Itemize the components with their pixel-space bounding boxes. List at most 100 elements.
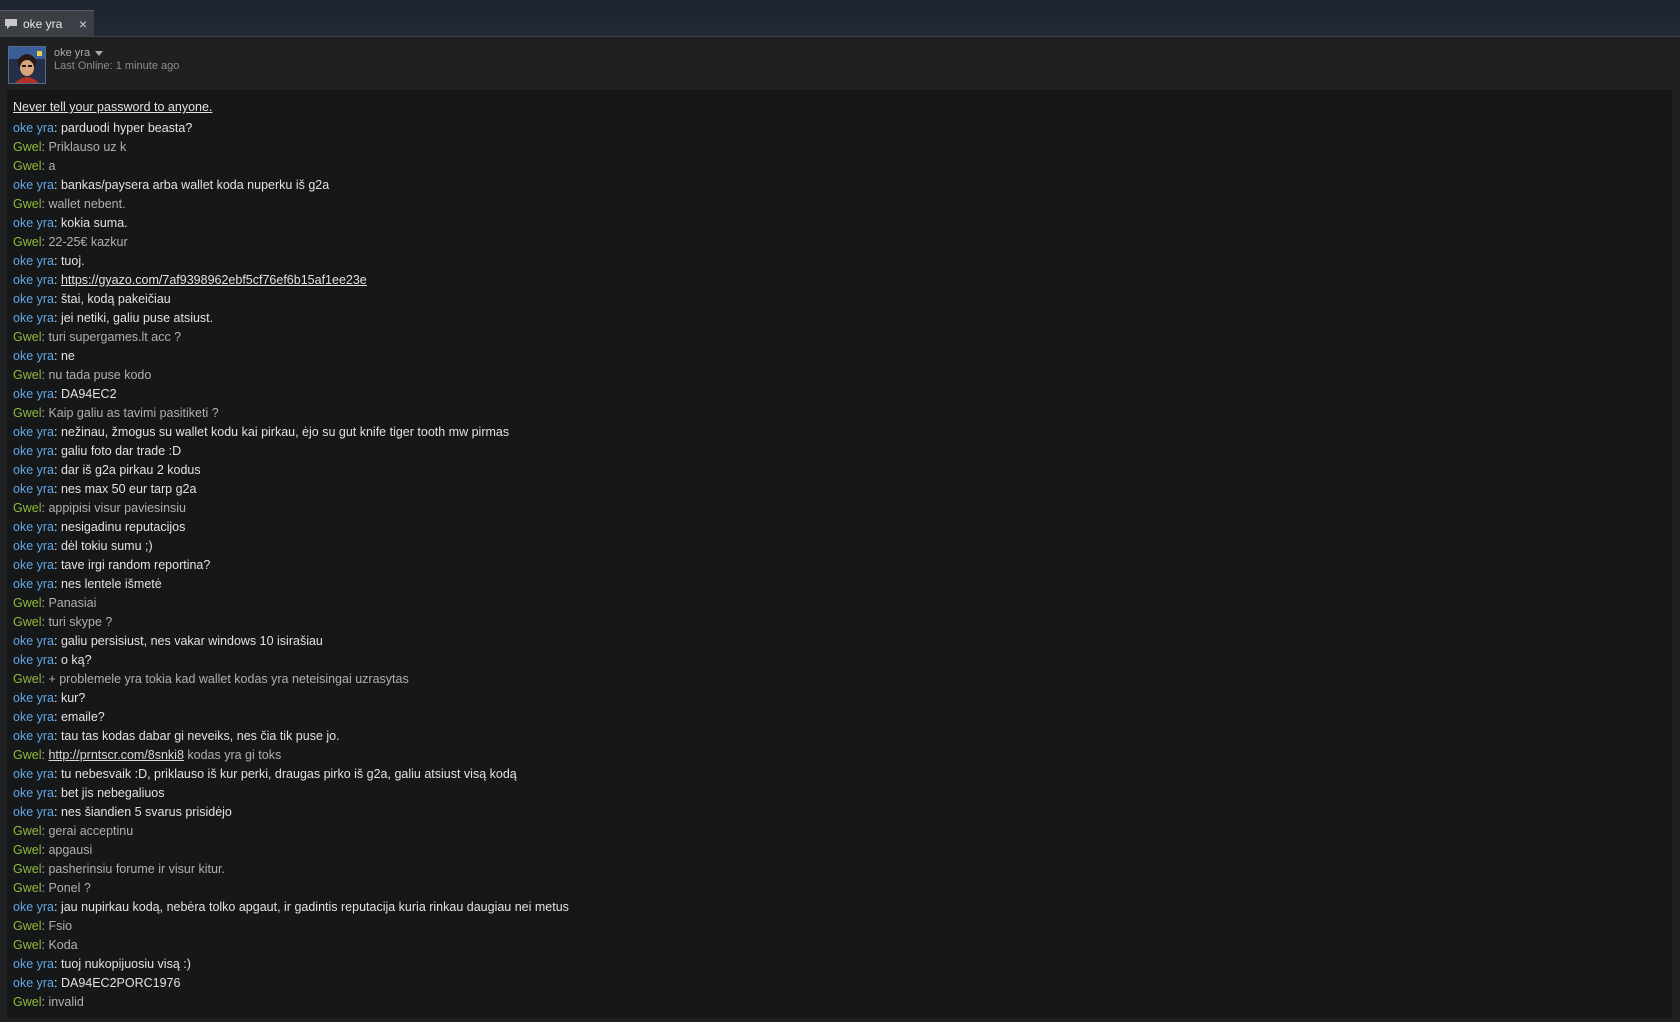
message-text: Koda xyxy=(48,938,77,952)
chat-message: oke yra: tuoj nukopijuosiu visą :) xyxy=(13,955,569,974)
message-sender: Gwel xyxy=(13,843,42,857)
message-sender: oke yra xyxy=(13,387,54,401)
message-sender: oke yra xyxy=(13,482,54,496)
message-text-part: apgausi xyxy=(48,843,93,857)
message-separator: : xyxy=(54,786,61,800)
chat-message: Gwel: Fsio xyxy=(13,917,569,936)
close-icon[interactable]: × xyxy=(76,16,90,32)
chat-message: Gwel: nu tada puse kodo xyxy=(13,366,569,385)
message-separator: : xyxy=(54,387,61,401)
message-sender: oke yra xyxy=(13,178,54,192)
message-sender: Gwel xyxy=(13,862,42,876)
avatar[interactable] xyxy=(8,46,46,84)
message-separator: : xyxy=(54,634,61,648)
message-text-part: Panasiai xyxy=(48,596,97,610)
chat-message: oke yra: jei netiki, galiu puse atsiust. xyxy=(13,309,569,328)
message-text: a xyxy=(48,159,55,173)
message-sender: Gwel xyxy=(13,368,42,382)
chat-message: oke yra: o ką? xyxy=(13,651,569,670)
message-text-part: tave irgi random reportina? xyxy=(60,558,211,572)
message-separator: : xyxy=(54,805,61,819)
message-sender: oke yra xyxy=(13,767,54,781)
message-text-part: nežinau, žmogus su wallet kodu kai pirka… xyxy=(60,425,510,439)
message-sender: oke yra xyxy=(13,216,54,230)
chat-message: Gwel: http://prntscr.com/8snki8 kodas yr… xyxy=(13,746,569,765)
message-text: invalid xyxy=(48,995,83,1009)
message-text-part: nu tada puse kodo xyxy=(48,368,152,382)
message-text: dar iš g2a pirkau 2 kodus xyxy=(61,463,201,477)
message-text-part: ne xyxy=(60,349,75,363)
chat-message: Gwel: invalid xyxy=(13,993,569,1012)
chat-message: oke yra: tau tas kodas dabar gi neveiks,… xyxy=(13,727,569,746)
message-text-part: nes max 50 eur tarp g2a xyxy=(60,482,197,496)
message-sender: Gwel xyxy=(13,748,42,762)
message-separator: : xyxy=(54,691,61,705)
chat-message: Gwel: 22-25€ kazkur xyxy=(13,233,569,252)
chat-log[interactable]: Never tell your password to anyone. oke … xyxy=(7,90,1672,1018)
message-separator: : xyxy=(54,444,61,458)
message-text: tau tas kodas dabar gi neveiks, nes čia … xyxy=(61,729,340,743)
message-text: gerai acceptinu xyxy=(48,824,133,838)
message-text-part: DA94EC2 xyxy=(60,387,117,401)
tab-chat-oke-yra[interactable]: oke yra × xyxy=(0,10,94,36)
chat-message: oke yra: DA94EC2PORC1976 xyxy=(13,974,569,993)
chat-message: oke yra: tave irgi random reportina? xyxy=(13,556,569,575)
message-separator: : xyxy=(54,292,61,306)
message-sender: Gwel xyxy=(13,159,42,173)
message-text: wallet nebent. xyxy=(48,197,125,211)
message-text-part: Fsio xyxy=(48,919,73,933)
message-link[interactable]: http://prntscr.com/8snki8 xyxy=(48,748,183,762)
message-separator: : xyxy=(54,710,61,724)
chat-message: oke yra: dėl tokiu sumu ;) xyxy=(13,537,569,556)
message-separator: : xyxy=(54,254,61,268)
message-text-part: tuoj nukopijuosiu visą :) xyxy=(60,957,191,971)
message-sender: oke yra xyxy=(13,729,54,743)
message-text: nes max 50 eur tarp g2a xyxy=(61,482,197,496)
chat-message: oke yra: tuoj. xyxy=(13,252,569,271)
chat-message: Gwel: Panasiai xyxy=(13,594,569,613)
chat-message: oke yra: parduodi hyper beasta? xyxy=(13,119,569,138)
message-sender: oke yra xyxy=(13,444,54,458)
message-separator: : xyxy=(54,976,61,990)
message-text: Kaip galiu as tavimi pasitiketi ? xyxy=(48,406,218,420)
message-text: Panasiai xyxy=(48,596,96,610)
chat-message: oke yra: bet jis nebegaliuos xyxy=(13,784,569,803)
message-sender: oke yra xyxy=(13,957,54,971)
message-text-part: 22-25€ kazkur xyxy=(48,235,128,249)
message-text: nu tada puse kodo xyxy=(48,368,151,382)
chat-message: Gwel: Koda xyxy=(13,936,569,955)
message-text-part: Koda xyxy=(48,938,78,952)
message-separator: : xyxy=(54,482,61,496)
message-sender: oke yra xyxy=(13,349,54,363)
message-sender: Gwel xyxy=(13,919,42,933)
message-text: emaile? xyxy=(61,710,105,724)
chat-bubble-icon xyxy=(4,17,18,31)
chat-message: oke yra: DA94EC2 xyxy=(13,385,569,404)
message-text-part: Ponel ? xyxy=(48,881,91,895)
message-separator: : xyxy=(54,653,61,667)
message-text-part: jei netiki, galiu puse atsiust. xyxy=(60,311,214,325)
message-text-part: a xyxy=(48,159,56,173)
message-text-part: štai, kodą pakeičiau xyxy=(60,292,171,306)
message-list: oke yra: parduodi hyper beasta? Gwel: Pri… xyxy=(13,119,569,1012)
message-text-part: kokia suma. xyxy=(60,216,128,230)
message-text-part: nes šiandien 5 svarus prisidėjo xyxy=(60,805,232,819)
friend-name-dropdown[interactable]: oke yra xyxy=(54,47,104,59)
message-text: turi supergames.lt acc ? xyxy=(48,330,181,344)
message-text-part: gerai acceptinu xyxy=(48,824,134,838)
message-link[interactable]: https://gyazo.com/7af9398962ebf5cf76ef6b… xyxy=(61,273,367,287)
message-text: tuoj. xyxy=(61,254,85,268)
message-text: kur? xyxy=(61,691,85,705)
message-text-part: kur? xyxy=(60,691,86,705)
chat-message: Gwel: pasherinsiu forume ir visur kitur. xyxy=(13,860,569,879)
message-text: štai, kodą pakeičiau xyxy=(61,292,171,306)
message-text: https://gyazo.com/7af9398962ebf5cf76ef6b… xyxy=(61,273,367,287)
chat-message: Gwel: + problemele yra tokia kad wallet … xyxy=(13,670,569,689)
message-text: ne xyxy=(61,349,75,363)
message-text-part: parduodi hyper beasta? xyxy=(60,121,193,135)
message-sender: oke yra xyxy=(13,577,54,591)
message-separator: : xyxy=(54,178,61,192)
message-separator: : xyxy=(54,311,61,325)
chat-message: oke yra: galiu foto dar trade :D xyxy=(13,442,569,461)
message-text-part: turi supergames.lt acc ? xyxy=(48,330,182,344)
